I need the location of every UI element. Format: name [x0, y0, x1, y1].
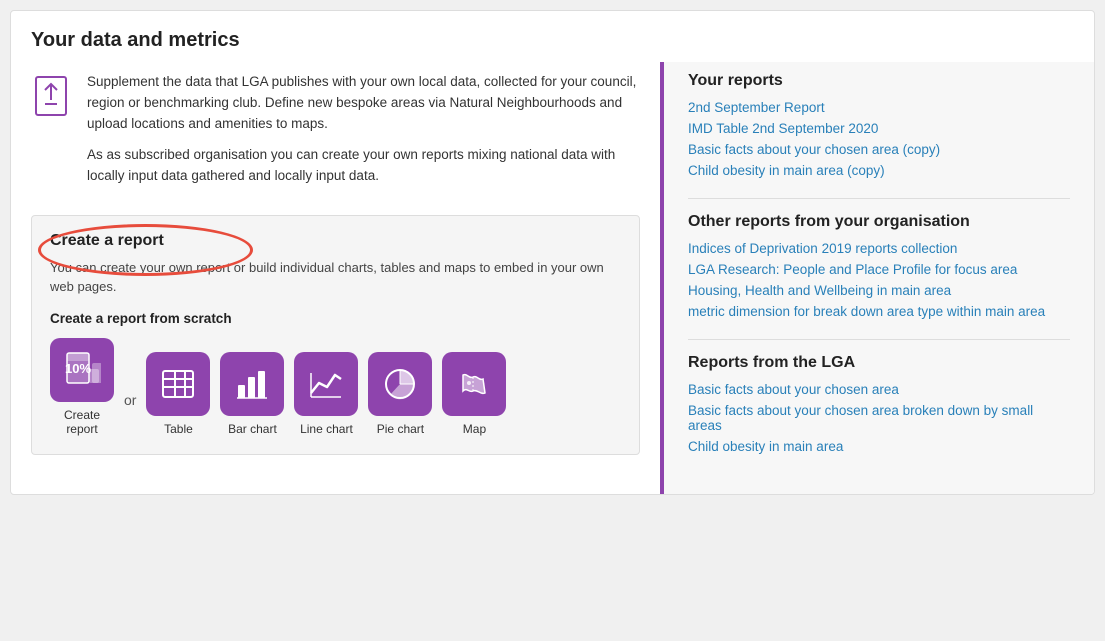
lga-report-link-0[interactable]: Basic facts about your chosen area	[688, 382, 1070, 397]
lga-reports-heading: Reports from the LGA	[688, 354, 1070, 372]
your-report-link-3[interactable]: Child obesity in main area (copy)	[688, 163, 1070, 178]
bar-chart-icon[interactable]	[220, 352, 284, 416]
line-chart-icon[interactable]	[294, 352, 358, 416]
org-report-link-0[interactable]: Indices of Deprivation 2019 reports coll…	[688, 241, 1070, 256]
table-option[interactable]: Table	[146, 352, 210, 436]
divider-2	[688, 339, 1070, 340]
left-column: Supplement the data that LGA publishes w…	[11, 62, 664, 494]
intro-section: Supplement the data that LGA publishes w…	[31, 72, 640, 197]
upload-icon	[35, 76, 67, 116]
table-label: Table	[164, 422, 193, 436]
lga-report-link-1[interactable]: Basic facts about your chosen area broke…	[688, 403, 1070, 433]
bar-chart-option[interactable]: Bar chart	[220, 352, 284, 436]
pie-chart-option[interactable]: Pie chart	[368, 352, 432, 436]
create-report-icon-svg: 10%	[63, 351, 101, 389]
your-report-link-2[interactable]: Basic facts about your chosen area (copy…	[688, 142, 1070, 157]
create-report-label: Createreport	[64, 408, 100, 436]
map-option[interactable]: Map	[442, 352, 506, 436]
divider-1	[688, 198, 1070, 199]
right-column: Your reports 2nd September Report IMD Ta…	[664, 62, 1094, 494]
main-content: Supplement the data that LGA publishes w…	[11, 62, 1094, 494]
your-report-link-1[interactable]: IMD Table 2nd September 2020	[688, 121, 1070, 136]
intro-para-2: As as subscribed organisation you can cr…	[87, 145, 640, 187]
page-wrapper: Your data and metrics Supplement the dat…	[10, 10, 1095, 495]
org-reports-section: Other reports from your organisation Ind…	[688, 213, 1070, 319]
intro-para-1: Supplement the data that LGA publishes w…	[87, 72, 640, 135]
map-label: Map	[463, 422, 486, 436]
bar-chart-icon-svg	[233, 365, 271, 403]
intro-text: Supplement the data that LGA publishes w…	[87, 72, 640, 197]
line-chart-label: Line chart	[300, 422, 353, 436]
page-title: Your data and metrics	[11, 11, 1094, 62]
create-report-option[interactable]: 10% Createreport	[50, 338, 114, 436]
table-icon[interactable]	[146, 352, 210, 416]
your-reports-section: Your reports 2nd September Report IMD Ta…	[688, 72, 1070, 178]
pie-chart-label: Pie chart	[377, 422, 424, 436]
line-chart-option[interactable]: Line chart	[294, 352, 358, 436]
org-report-link-3[interactable]: metric dimension for break down area typ…	[688, 304, 1070, 319]
lga-reports-section: Reports from the LGA Basic facts about y…	[688, 354, 1070, 454]
map-icon[interactable]	[442, 352, 506, 416]
chart-options: 10% Createreport or	[50, 338, 621, 436]
org-report-link-2[interactable]: Housing, Health and Wellbeing in main ar…	[688, 283, 1070, 298]
create-report-section: Create a report You can create your own …	[31, 215, 640, 455]
upload-icon-wrap	[31, 76, 71, 116]
map-icon-svg	[455, 365, 493, 403]
svg-text:10%: 10%	[65, 361, 91, 376]
pie-chart-icon-svg	[381, 365, 419, 403]
your-report-link-0[interactable]: 2nd September Report	[688, 100, 1070, 115]
your-reports-heading: Your reports	[688, 72, 1070, 90]
create-report-title: Create a report	[50, 232, 621, 250]
create-report-description: You can create your own report or build …	[50, 258, 621, 297]
table-icon-svg	[159, 365, 197, 403]
pie-chart-icon[interactable]	[368, 352, 432, 416]
org-report-link-1[interactable]: LGA Research: People and Place Profile f…	[688, 262, 1070, 277]
bar-chart-label: Bar chart	[228, 422, 277, 436]
create-report-icon[interactable]: 10%	[50, 338, 114, 402]
lga-report-link-2[interactable]: Child obesity in main area	[688, 439, 1070, 454]
line-chart-icon-svg	[307, 365, 345, 403]
or-label: or	[124, 392, 136, 408]
from-scratch-label: Create a report from scratch	[50, 311, 621, 326]
org-reports-heading: Other reports from your organisation	[688, 213, 1070, 231]
